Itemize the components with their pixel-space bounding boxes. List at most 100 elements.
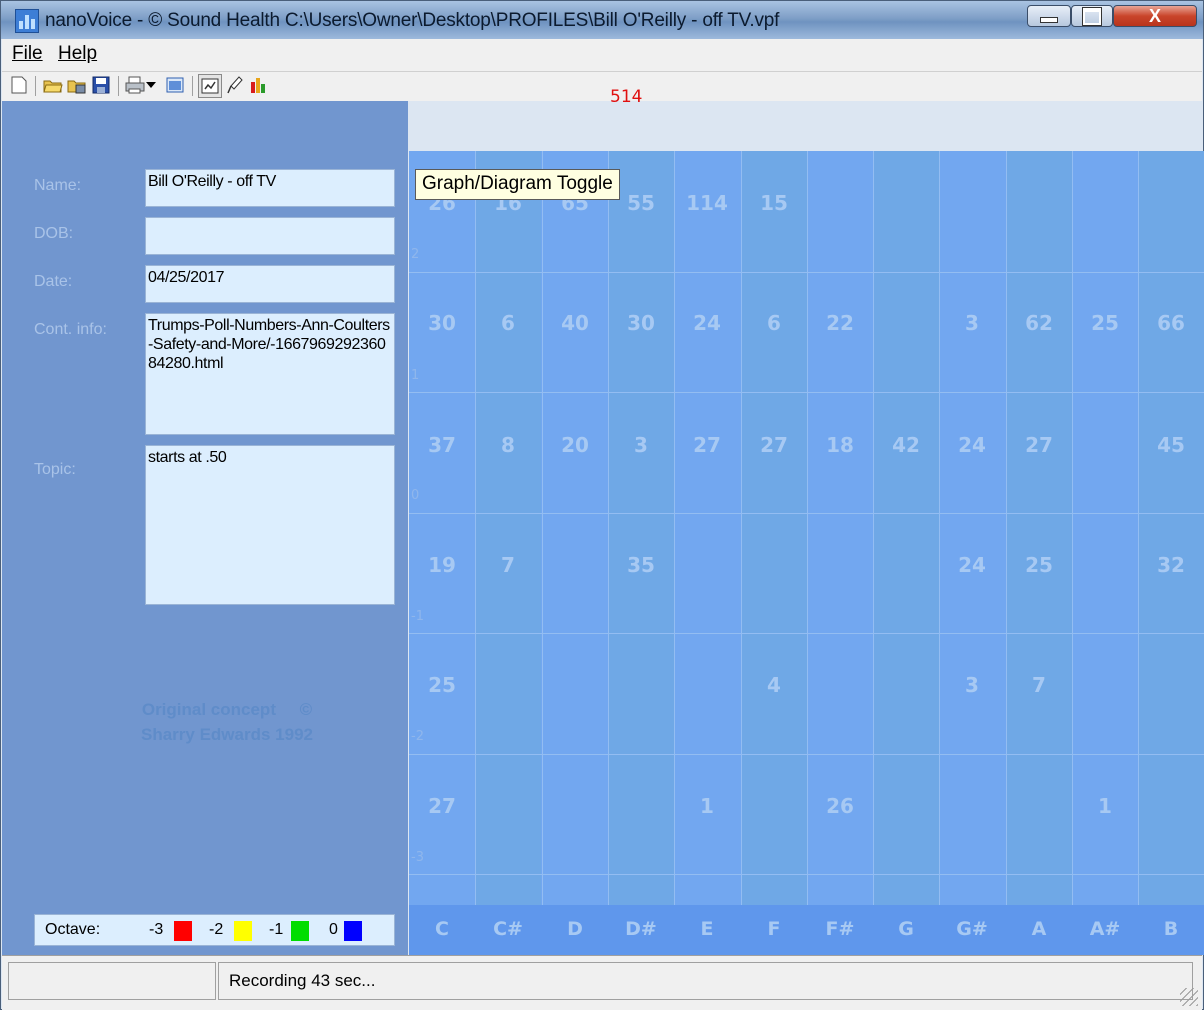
- note-count-cell: 62: [1025, 311, 1053, 335]
- grid-line: [409, 754, 1204, 755]
- profile-panel: Name: Bill O'Reilly - off TV DOB: Date: …: [2, 101, 408, 955]
- print-icon[interactable]: [124, 74, 146, 96]
- octave-row-label: 2: [411, 247, 420, 262]
- legend-swatch: [344, 921, 362, 941]
- grid-line: [873, 151, 874, 905]
- menu-file[interactable]: File: [12, 43, 43, 65]
- bar-chart-icon[interactable]: [248, 74, 270, 96]
- note-count-cell: 37: [428, 433, 456, 457]
- title-bar[interactable]: nanoVoice - © Sound Health C:\Users\Owne…: [1, 1, 1203, 39]
- grid-line: [939, 151, 940, 905]
- note-header-bar: C C# D D# E F F# G G# A A# B: [409, 905, 1204, 955]
- grid-line: [674, 151, 675, 905]
- octave-row-label: -1: [411, 609, 424, 624]
- note-count-cell: 25: [1091, 311, 1119, 335]
- note-count-cell: 30: [627, 311, 655, 335]
- close-button[interactable]: X: [1113, 5, 1197, 27]
- dob-field[interactable]: [145, 217, 395, 255]
- note-count-cell: 19: [428, 553, 456, 577]
- legend-swatch: [174, 921, 192, 941]
- resize-grip-icon[interactable]: [1180, 988, 1198, 1006]
- note-count-cell: 22: [826, 311, 854, 335]
- note-label: D: [567, 918, 583, 940]
- grid-line: [409, 633, 1204, 634]
- note-count-cell: 27: [693, 433, 721, 457]
- legend-item-label: -1: [269, 921, 284, 938]
- note-count-cell: 32: [1157, 553, 1185, 577]
- name-label: Name:: [34, 177, 82, 194]
- graph-diagram-toggle-icon[interactable]: [198, 74, 222, 98]
- grid-line: [409, 874, 1204, 875]
- note-count-cell: 8: [501, 433, 515, 457]
- save-icon[interactable]: [90, 74, 112, 96]
- legend-item-label: 0: [329, 921, 338, 938]
- grid-line: [409, 513, 1204, 514]
- contact-label: Cont. info:: [34, 321, 107, 338]
- grid-line: [542, 151, 543, 905]
- note-label: B: [1163, 918, 1179, 940]
- note-count-cell: 24: [693, 311, 721, 335]
- note-label: F#: [825, 918, 855, 940]
- note-count-cell: 3: [634, 433, 648, 457]
- octave-row-label: -2: [411, 729, 424, 744]
- grid-line: [475, 151, 476, 905]
- menu-help[interactable]: Help: [58, 43, 97, 65]
- grid-line: [608, 151, 609, 905]
- note-label: A: [1031, 918, 1047, 940]
- name-field[interactable]: Bill O'Reilly - off TV: [145, 169, 395, 207]
- app-icon: [15, 9, 39, 33]
- note-count-cell: 1: [700, 794, 714, 818]
- dropdown-arrow-icon[interactable]: [144, 74, 158, 96]
- credit-line1: Original concept: [141, 700, 276, 719]
- maximize-button[interactable]: [1071, 5, 1113, 27]
- window-icon[interactable]: [164, 74, 186, 96]
- credit-line2: Sharry Edwards 1992: [141, 725, 313, 744]
- contact-field[interactable]: Trumps-Poll-Numbers-Ann-Coulters-Safety-…: [145, 313, 395, 435]
- note-count-cell: 3: [965, 673, 979, 697]
- note-count-cell: 6: [767, 311, 781, 335]
- note-label: E: [700, 918, 714, 940]
- date-field[interactable]: 04/25/2017: [145, 265, 395, 303]
- note-count-cell: 6: [501, 311, 515, 335]
- topic-label: Topic:: [34, 461, 76, 478]
- note-count-cell: 24: [958, 553, 986, 577]
- open-folder-icon[interactable]: [42, 74, 64, 96]
- octave-row-label: 0: [411, 488, 420, 503]
- copyright-symbol: ©: [299, 700, 313, 719]
- legend-label: Octave:: [45, 921, 101, 938]
- new-file-icon[interactable]: [8, 74, 30, 96]
- legend-swatch: [291, 921, 309, 941]
- status-text: Recording 43 sec...: [218, 962, 1193, 1000]
- grid-line: [807, 151, 808, 905]
- date-label: Date:: [34, 273, 73, 290]
- grid-line: [1006, 151, 1007, 905]
- tooltip: Graph/Diagram Toggle: [415, 169, 620, 200]
- note-count-cell: 66: [1157, 311, 1185, 335]
- dob-label: DOB:: [34, 225, 74, 242]
- app-window: nanoVoice - © Sound Health C:\Users\Owne…: [0, 0, 1204, 1010]
- window-title: nanoVoice - © Sound Health C:\Users\Owne…: [45, 10, 780, 31]
- legend-swatch: [234, 921, 252, 941]
- note-label: C: [435, 918, 449, 940]
- microphone-icon[interactable]: [224, 74, 246, 96]
- minimize-icon: [1040, 17, 1058, 23]
- note-count-cell: 40: [561, 311, 589, 335]
- minimize-button[interactable]: [1027, 5, 1071, 27]
- close-icon: X: [1148, 5, 1161, 26]
- note-count-cell: 26: [826, 794, 854, 818]
- topic-field[interactable]: starts at .50: [145, 445, 395, 605]
- open-archive-icon[interactable]: [66, 74, 88, 96]
- toolbar: [2, 71, 1202, 100]
- octave-row-label: -3: [411, 850, 424, 865]
- note-count-cell: 7: [1032, 673, 1046, 697]
- note-diagram[interactable]: 2 26 16 65 55 114 15 1 30 6 40 30 24 6 22 3 62 25 66 0 37 8 20…: [409, 151, 1204, 955]
- note-count-cell: 27: [428, 794, 456, 818]
- note-count-cell: 3: [965, 311, 979, 335]
- note-label: F: [767, 918, 781, 940]
- legend-item-label: -2: [209, 921, 224, 938]
- grid-line: [409, 392, 1204, 393]
- note-count-cell: 25: [428, 673, 456, 697]
- note-count-cell: 25: [1025, 553, 1053, 577]
- note-count-cell: 4: [767, 673, 781, 697]
- note-count-cell: 27: [1025, 433, 1053, 457]
